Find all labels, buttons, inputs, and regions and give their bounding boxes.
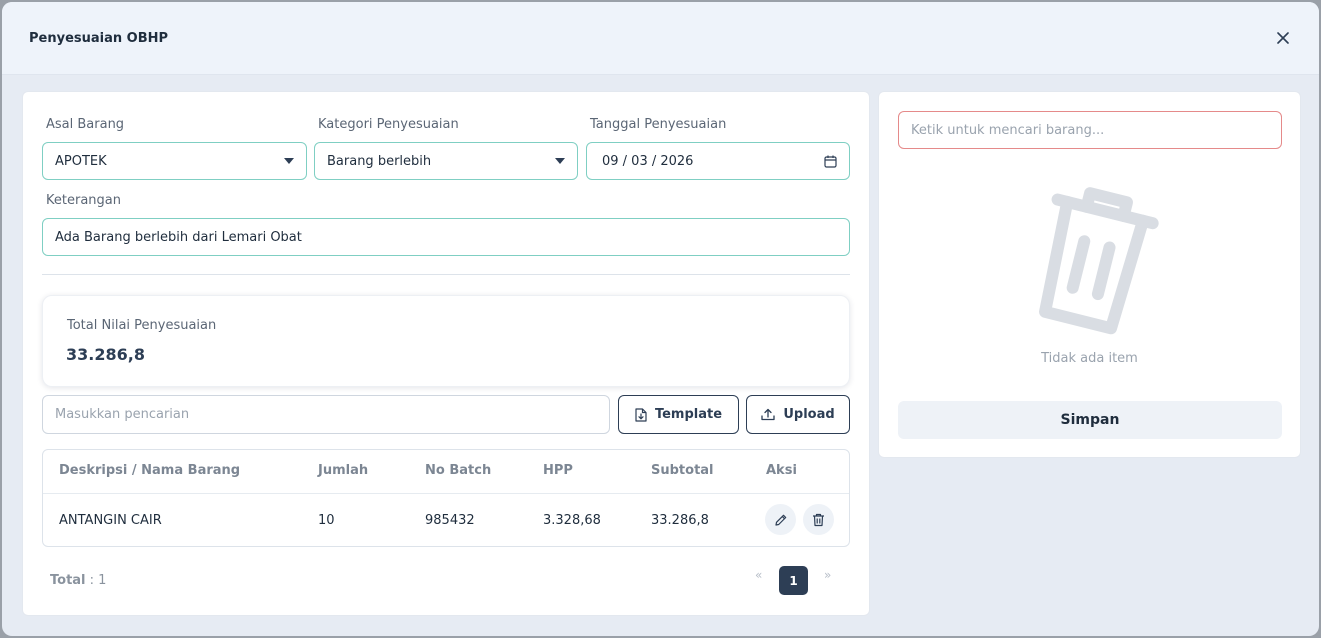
upload-button[interactable]: Upload xyxy=(746,395,850,434)
cell-hpp: 3.328,68 xyxy=(543,513,601,528)
trash-icon xyxy=(1039,187,1159,335)
total-count-label: Total xyxy=(50,573,86,588)
upload-icon xyxy=(761,408,775,421)
caret-down-icon xyxy=(555,158,565,164)
tanggal-label: Tanggal Penyesuaian xyxy=(590,117,727,132)
items-table: Deskripsi / Nama Barang Jumlah No Batch … xyxy=(42,449,850,547)
keterangan-value: Ada Barang berlebih dari Lemari Obat xyxy=(55,229,302,245)
column-header-aksi: Aksi xyxy=(766,463,797,478)
file-download-icon xyxy=(635,407,647,422)
kategori-value: Barang berlebih xyxy=(327,153,432,169)
kategori-label: Kategori Penyesuaian xyxy=(318,117,459,132)
template-button[interactable]: Template xyxy=(618,395,739,434)
pencil-icon xyxy=(774,514,786,526)
pagination-prev[interactable]: « xyxy=(755,568,762,582)
table-header: Deskripsi / Nama Barang Jumlah No Batch … xyxy=(43,450,849,494)
asal-barang-select[interactable]: APOTEK xyxy=(42,142,307,180)
delete-button[interactable] xyxy=(803,504,834,535)
trash-icon xyxy=(813,513,824,526)
table-search-input[interactable]: Masukkan pencarian xyxy=(42,395,610,434)
save-button[interactable]: Simpan xyxy=(898,401,1282,439)
total-count: Total : 1 xyxy=(50,573,106,588)
caret-down-icon xyxy=(284,158,294,164)
column-header-subtotal: Subtotal xyxy=(651,463,714,478)
adjustment-modal: Penyesuaian OBHP Asal Barang APOTEK Kate… xyxy=(2,2,1319,636)
pagination-page-1[interactable]: 1 xyxy=(779,566,808,595)
item-search-placeholder: Ketik untuk mencari barang... xyxy=(911,122,1105,138)
column-header-hpp: HPP xyxy=(543,463,573,478)
table-search-placeholder: Masukkan pencarian xyxy=(55,407,190,422)
keterangan-label: Keterangan xyxy=(46,193,121,208)
column-header-nama: Deskripsi / Nama Barang xyxy=(59,463,241,478)
tanggal-date-input[interactable]: 09 / 03 / 2026 xyxy=(586,142,850,180)
empty-state-text: Tidak ada item xyxy=(1041,351,1138,366)
cell-subtotal: 33.286,8 xyxy=(651,513,709,528)
pagination-next[interactable]: » xyxy=(824,568,831,582)
cell-batch: 985432 xyxy=(425,513,475,528)
asal-barang-value: APOTEK xyxy=(55,153,107,169)
template-button-label: Template xyxy=(654,407,723,422)
item-picker-card: Ketik untuk mencari barang... Tidak ada … xyxy=(878,91,1301,458)
edit-button[interactable] xyxy=(765,504,796,535)
adjustment-form-card: Asal Barang APOTEK Kategori Penyesuaian … xyxy=(22,91,870,616)
calendar-icon[interactable] xyxy=(824,155,837,168)
keterangan-input[interactable]: Ada Barang berlebih dari Lemari Obat xyxy=(42,218,850,256)
total-summary-value: 33.286,8 xyxy=(66,345,145,364)
kategori-select[interactable]: Barang berlebih xyxy=(314,142,578,180)
modal-title: Penyesuaian OBHP xyxy=(29,30,169,46)
item-search-input[interactable]: Ketik untuk mencari barang... xyxy=(898,111,1282,149)
asal-barang-label: Asal Barang xyxy=(46,117,125,132)
close-icon[interactable] xyxy=(1273,28,1293,48)
column-header-batch: No Batch xyxy=(425,463,492,478)
total-summary-card: Total Nilai Penyesuaian 33.286,8 xyxy=(42,295,850,387)
modal-header: Penyesuaian OBHP xyxy=(2,2,1319,75)
cell-nama: ANTANGIN CAIR xyxy=(59,513,162,528)
divider xyxy=(42,274,850,275)
column-header-jumlah: Jumlah xyxy=(318,463,369,478)
cell-jumlah: 10 xyxy=(318,513,335,528)
upload-button-label: Upload xyxy=(783,407,835,422)
tanggal-value: 09 / 03 / 2026 xyxy=(602,153,694,169)
table-row: ANTANGIN CAIR 10 985432 3.328,68 33.286,… xyxy=(43,494,849,546)
total-count-value: : 1 xyxy=(89,573,107,588)
total-summary-label: Total Nilai Penyesuaian xyxy=(67,318,217,333)
